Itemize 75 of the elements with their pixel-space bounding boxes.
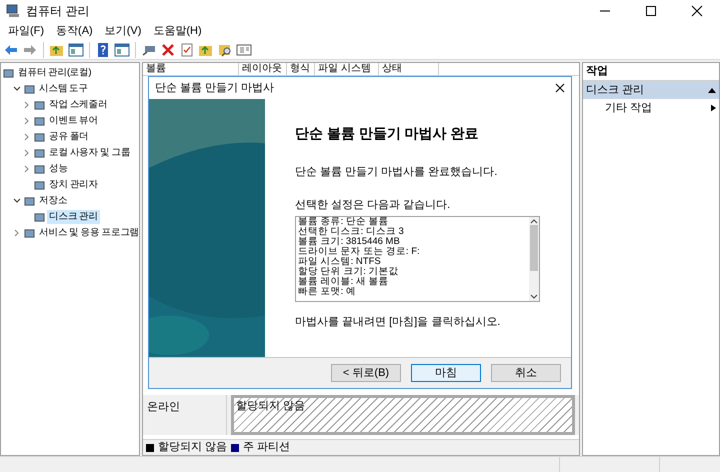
dialog-button[interactable]: < 뒤로(B): [331, 364, 401, 382]
column-header[interactable]: 형식: [287, 63, 315, 75]
wizard-heading: 단순 볼륨 만들기 마법사 완료: [295, 124, 480, 143]
tree-item[interactable]: 장치 관리자: [47, 178, 100, 192]
scrollbar-thumb[interactable]: [530, 225, 538, 271]
menu-item[interactable]: 도움말(H): [153, 22, 202, 40]
column-header[interactable]: 볼륨: [143, 63, 239, 75]
submenu-icon: [711, 104, 716, 112]
action-item[interactable]: 기타 작업: [583, 99, 719, 117]
setting-line: 볼륨 종류: 단순 볼륨: [298, 217, 389, 227]
console-icon[interactable]: [236, 42, 252, 58]
menu-item[interactable]: 동작(A): [56, 22, 93, 40]
tree-item[interactable]: 로컬 사용자 및 그룹: [47, 146, 132, 160]
properties-icon[interactable]: [179, 42, 195, 58]
delete-icon[interactable]: [160, 42, 176, 58]
node-icon: [34, 180, 45, 190]
unallocated-partition[interactable]: 할당되지 않음: [231, 395, 575, 435]
tree-item[interactable]: 디스크 관리: [47, 210, 100, 224]
setting-line: 선택한 디스크: 디스크 3: [298, 227, 405, 237]
node-icon: [24, 84, 35, 94]
node-icon: [34, 132, 45, 142]
setting-line: 파일 시스템: NTFS: [298, 257, 381, 267]
tree-item[interactable]: 서비스 및 응용 프로그램: [37, 226, 139, 240]
completion-message: 단순 볼륨 만들기 마법사를 완료했습니다.: [295, 165, 498, 180]
setting-line: 할당 단위 크기: 기본값: [298, 267, 400, 277]
node-icon: [34, 116, 45, 126]
node-icon: [24, 196, 35, 206]
expand-icon[interactable]: [13, 229, 21, 237]
pane-icon[interactable]: [114, 42, 130, 58]
collapse-icon[interactable]: [13, 197, 21, 205]
tree-item[interactable]: 컴퓨터 관리(로컬): [16, 66, 93, 80]
tree-item[interactable]: 시스템 도구: [37, 82, 90, 96]
scroll-down-icon[interactable]: [530, 293, 538, 301]
expand-icon[interactable]: [23, 165, 31, 173]
dialog-button[interactable]: 마침: [411, 364, 481, 382]
node-icon: [34, 148, 45, 158]
scroll-up-icon[interactable]: [530, 217, 538, 225]
actions-section[interactable]: 디스크 관리: [583, 81, 719, 99]
node-icon: [24, 228, 35, 238]
tree-item[interactable]: 작업 스케줄러: [47, 98, 110, 112]
column-header[interactable]: 상태: [379, 63, 439, 75]
expand-icon[interactable]: [23, 149, 31, 157]
dialog-title: 단순 볼륨 만들기 마법사: [155, 80, 274, 96]
window-title: 컴퓨터 관리: [26, 3, 90, 20]
expand-icon[interactable]: [23, 133, 31, 141]
computer-icon: [6, 4, 20, 18]
expand-icon[interactable]: [23, 117, 31, 125]
pane-icon[interactable]: [68, 42, 84, 58]
setting-line: 볼륨 레이블: 새 볼륨: [298, 277, 390, 287]
setting-line: 빠른 포맷: 예: [298, 287, 357, 297]
legend-label: 주 파티션: [243, 440, 290, 456]
section-title: 디스크 관리: [586, 82, 644, 98]
menu-item[interactable]: 파일(F): [8, 22, 44, 40]
legend-label: 할당되지 않음: [158, 440, 228, 456]
setting-line: 볼륨 크기: 3815446 MB: [298, 237, 400, 247]
collapse-icon[interactable]: [13, 85, 21, 93]
column-header[interactable]: 파일 시스템: [315, 63, 379, 75]
tree-item[interactable]: 공유 폴더: [47, 130, 91, 144]
tree-item[interactable]: 성능: [47, 162, 70, 176]
help-icon[interactable]: [95, 42, 111, 58]
expand-icon[interactable]: [23, 101, 31, 109]
node-icon: [34, 100, 45, 110]
setting-line: 드라이브 문자 또는 경로: F:: [298, 247, 421, 257]
column-header[interactable]: 레이아웃: [239, 63, 287, 75]
action-label: 기타 작업: [605, 100, 652, 116]
node-icon: [34, 212, 45, 222]
settings-label: 선택한 설정은 다음과 같습니다.: [295, 198, 452, 212]
node-icon: [34, 164, 45, 174]
dialog-button[interactable]: 취소: [491, 364, 561, 382]
tree-item[interactable]: 저장소: [37, 194, 70, 208]
tree-item[interactable]: 이벤트 뷰어: [47, 114, 100, 128]
node-icon: [3, 68, 14, 78]
finish-hint: 마법사를 끝내려면 [마침]을 클릭하십시오.: [295, 315, 502, 330]
menu-item[interactable]: 보기(V): [104, 22, 142, 40]
close-icon[interactable]: [555, 83, 565, 93]
